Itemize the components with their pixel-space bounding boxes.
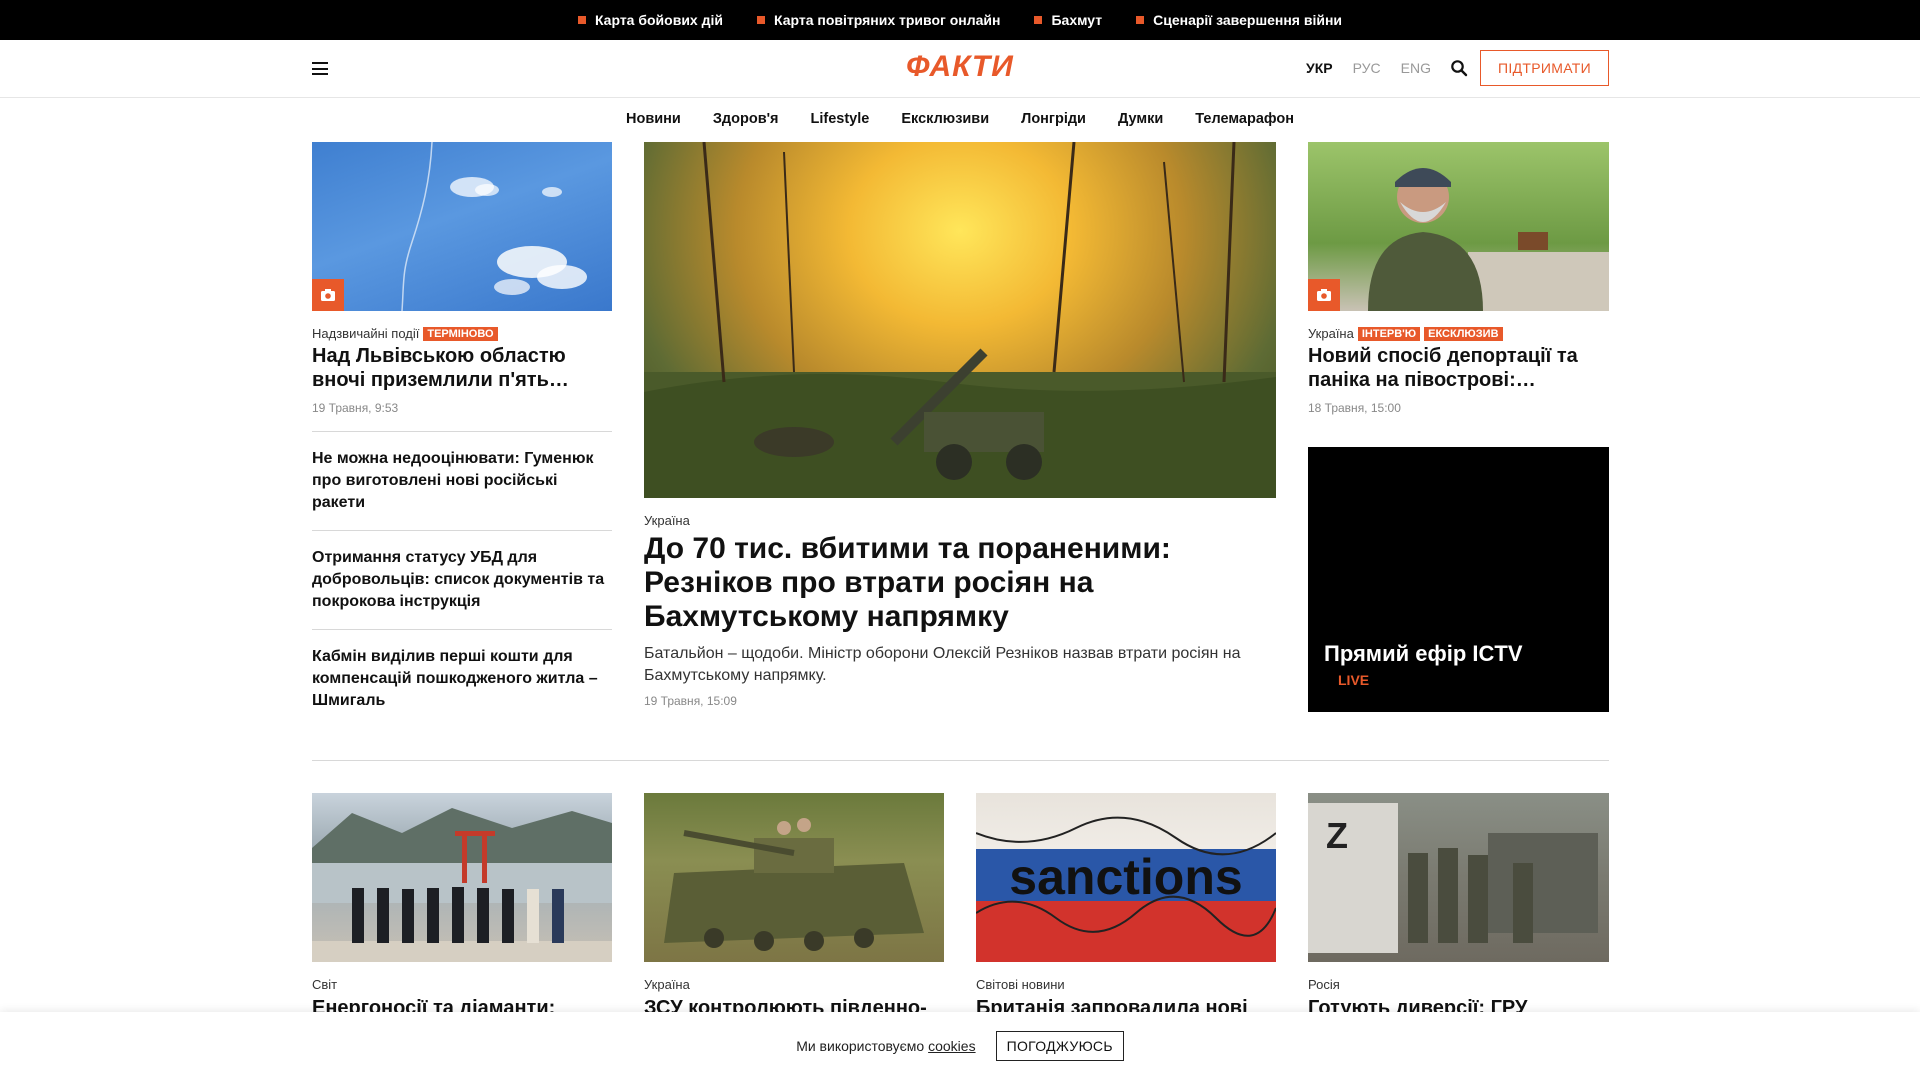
nav-item-telemarathon[interactable]: Телемарафон [1195,111,1294,127]
nav-item-longreads[interactable]: Лонгріди [1021,111,1086,127]
nav-item-opinions[interactable]: Думки [1118,111,1163,127]
cookies-link[interactable]: cookies [928,1038,975,1054]
square-bullet-icon [1034,16,1043,24]
support-button[interactable]: ПІДТРИМАТИ [1480,50,1609,86]
exclusive-tag: ЕКСКЛЮЗИВ [1424,326,1503,341]
photo-badge [1308,279,1340,311]
live-badge: LIVE [1338,672,1370,688]
category-label[interactable]: Україна [1308,326,1354,341]
right-feature-date: 18 Травня, 15:00 [1308,401,1401,415]
site-logo[interactable]: ФАКТИ [0,50,1920,84]
left-list-item[interactable]: Отримання статусу УБД для добровольців: … [312,547,612,613]
main-story-title[interactable]: До 70 тис. вбитими та пораненими: Резнік… [644,532,1254,634]
nav-item-exclusives[interactable]: Ексклюзиви [901,111,989,127]
main-story-category: Україна [644,513,690,528]
lang-eng[interactable]: ENG [1401,60,1431,76]
language-switcher: УКР РУС ENG [1306,60,1431,76]
main-nav: Новини Здоров'я Lifestyle Ексклюзиви Лон… [0,98,1920,140]
topbar-link-air-alerts-map[interactable]: Карта повітряних тривог онлайн [756,12,1001,28]
divider [312,431,612,432]
lang-rus[interactable]: РУС [1353,60,1381,76]
left-feature-image[interactable] [312,142,612,311]
card-category: Росія [1308,977,1340,992]
main-story-date: 19 Травня, 15:09 [644,694,737,708]
left-feature-category: Надзвичайні події ТЕРМІНОВО [312,326,498,341]
urgent-tag: ТЕРМІНОВО [423,326,498,341]
card-category: Україна [644,977,690,992]
category-label[interactable]: Україна [644,513,690,528]
right-feature-image[interactable] [1308,142,1609,311]
topbar-link-bakhmut[interactable]: Бахмут [1034,12,1102,28]
card-category: Світові новини [976,977,1065,992]
site-header: ФАКТИ УКР РУС ENG ПІДТРИМАТИ [0,40,1920,98]
left-list-item[interactable]: Кабмін виділив перші кошти для компенсац… [312,646,612,712]
right-feature-category: Україна ІНТЕРВ'Ю ЕКСКЛЮЗИВ [1308,326,1503,341]
photo-badge [312,279,344,311]
nav-item-lifestyle[interactable]: Lifestyle [811,111,870,127]
square-bullet-icon [577,16,586,24]
square-bullet-icon [756,16,765,24]
section-divider [312,760,1609,761]
live-stream-player[interactable]: Прямий ефір ICTV LIVE [1308,447,1609,712]
nav-item-health[interactable]: Здоров'я [713,111,779,127]
right-feature-title[interactable]: Новий спосіб депортації та паніка на пів… [1308,344,1609,392]
interview-tag: ІНТЕРВ'Ю [1357,326,1421,341]
cookie-banner: Ми використовуємо cookies ПОГОДЖУЮСЬ [0,1012,1920,1080]
square-bullet-icon [1136,16,1145,24]
divider [312,629,612,630]
category-label[interactable]: Росія [1308,977,1340,992]
camera-icon [321,289,335,301]
main-story-image[interactable] [644,142,1276,498]
category-label[interactable]: Надзвичайні події [312,326,419,341]
cookie-message: Ми використовуємо [796,1038,925,1054]
category-label[interactable]: Україна [644,977,690,992]
topbar-link-label: Карта бойових дій [594,12,723,28]
search-icon[interactable] [1450,59,1468,77]
accept-cookies-button[interactable]: ПОГОДЖУЮСЬ [995,1031,1124,1061]
card-image-russia[interactable]: Z [1308,793,1609,962]
category-label[interactable]: Світові новини [976,977,1065,992]
card-image-ukraine[interactable] [644,793,944,962]
topbar-link-label: Сценарії завершення війни [1153,12,1343,28]
left-feature-date: 19 Травня, 9:53 [312,401,399,415]
card-category: Світ [312,977,337,992]
main-story-summary: Батальйон – щодоби. Міністр оборони Олек… [644,645,1241,684]
topbar-link-label: Карта повітряних тривог онлайн [773,12,1001,28]
category-label[interactable]: Світ [312,977,337,992]
top-links-bar: Карта бойових дій Карта повітряних триво… [0,0,1920,40]
left-list-item[interactable]: Не можна недооцінювати: Гуменюк про виго… [312,448,612,514]
divider [312,530,612,531]
left-feature-title[interactable]: Над Львівською областю вночі приземлили … [312,344,612,392]
cookie-text: Ми використовуємо cookies [796,1038,975,1054]
nav-item-news[interactable]: Новини [626,111,681,127]
card-image-sanctions[interactable]: sanctions [976,793,1276,962]
topbar-link-war-scenarios[interactable]: Сценарії завершення війни [1136,12,1342,28]
live-stream-title: Прямий ефір ICTV [1324,641,1523,666]
svg-text:Z: Z [1326,815,1348,856]
topbar-link-label: Бахмут [1051,12,1103,28]
card-image-world[interactable] [312,793,612,962]
lang-ukr[interactable]: УКР [1306,60,1333,76]
topbar-link-battle-map[interactable]: Карта бойових дій [577,12,723,28]
camera-icon [1317,289,1331,301]
